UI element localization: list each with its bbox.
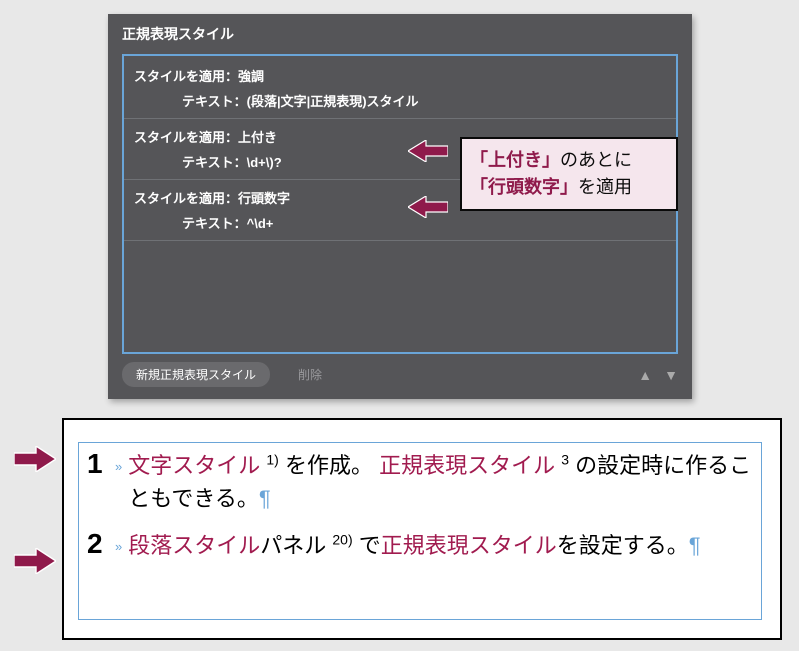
pilcrow-icon: ¶ <box>259 486 271 511</box>
arrow-left-icon <box>408 196 448 218</box>
plain-text: を設定する。 <box>557 533 689 558</box>
text-value: ^\d+ <box>247 216 274 231</box>
text-row: テキスト：(段落|文字|正規表現)スタイル <box>134 91 666 110</box>
move-up-icon[interactable]: ▲ <box>638 367 652 383</box>
apply-value: 強調 <box>238 69 264 84</box>
text-frame: 1 » 文字スタイル 1) を作成。 正規表現スタイル 3 の設定時に作ることも… <box>78 442 762 620</box>
panel-footer: 新規正規表現スタイル 削除 ▲ ▼ <box>108 354 692 387</box>
emph-text: 正規表現スタイル <box>381 533 557 558</box>
divider <box>124 240 676 241</box>
superscript-ref: 20) <box>332 532 352 548</box>
text-row: テキスト：^\d+ <box>134 213 666 232</box>
arrow-right-icon <box>14 548 56 574</box>
divider <box>124 118 676 119</box>
text-label: テキスト： <box>182 155 247 170</box>
plain-text: で <box>359 533 381 558</box>
style-rule[interactable]: スタイルを適用：強調 テキスト：(段落|文字|正規表現)スタイル <box>134 60 666 116</box>
new-regex-style-button[interactable]: 新規正規表現スタイル <box>122 362 270 387</box>
apply-value: 上付き <box>238 130 277 145</box>
document-preview: 1 » 文字スタイル 1) を作成。 正規表現スタイル 3 の設定時に作ることも… <box>62 418 782 640</box>
step-text: 文字スタイル 1) を作成。 正規表現スタイル 3 の設定時に作ることもできる。… <box>128 449 755 515</box>
superscript-ref: 3 <box>561 452 569 468</box>
text-value: (段落|文字|正規表現)スタイル <box>247 94 419 109</box>
plain-text: を作成。 <box>285 453 373 478</box>
annotation-keyword: 「上付き」 <box>470 150 560 170</box>
panel-title: 正規表現スタイル <box>108 14 692 54</box>
step-item: 1 » 文字スタイル 1) を作成。 正規表現スタイル 3 の設定時に作ることも… <box>87 449 755 515</box>
pilcrow-icon: ¶ <box>689 533 701 558</box>
emph-text: 正規表現スタイル <box>379 453 555 478</box>
annotation-keyword: 「行頭数字」 <box>470 177 578 197</box>
emph-text: 段落スタイル <box>128 533 260 558</box>
anchor-marker-icon: » <box>115 539 122 554</box>
apply-label: スタイルを適用： <box>134 130 238 145</box>
text-label: テキスト： <box>182 94 247 109</box>
step-number: 1 <box>87 449 111 480</box>
arrow-right-icon <box>14 446 56 472</box>
apply-value: 行頭数字 <box>238 191 290 206</box>
apply-label: スタイルを適用： <box>134 69 238 84</box>
step-number: 2 <box>87 529 111 560</box>
step-text: 段落スタイルパネル 20) で正規表現スタイルを設定する。¶ <box>128 529 755 562</box>
annotation-text: を適用 <box>578 177 632 197</box>
step-item: 2 » 段落スタイルパネル 20) で正規表現スタイルを設定する。¶ <box>87 529 755 562</box>
emph-text: 文字スタイル <box>128 453 260 478</box>
delete-button[interactable]: 削除 <box>278 362 342 387</box>
plain-text: パネル <box>260 533 326 558</box>
apply-label: スタイルを適用： <box>134 191 238 206</box>
annotation-text: のあとに <box>560 150 632 170</box>
reorder-controls: ▲ ▼ <box>638 367 678 383</box>
annotation-box: 「上付き」のあとに 「行頭数字」を適用 <box>460 137 678 211</box>
superscript-ref: 1) <box>266 452 278 468</box>
arrow-left-icon <box>408 140 448 162</box>
anchor-marker-icon: » <box>115 459 122 474</box>
apply-row: スタイルを適用：強調 <box>134 66 666 85</box>
text-label: テキスト： <box>182 216 247 231</box>
text-value: \d+\)? <box>247 155 282 170</box>
move-down-icon[interactable]: ▼ <box>664 367 678 383</box>
